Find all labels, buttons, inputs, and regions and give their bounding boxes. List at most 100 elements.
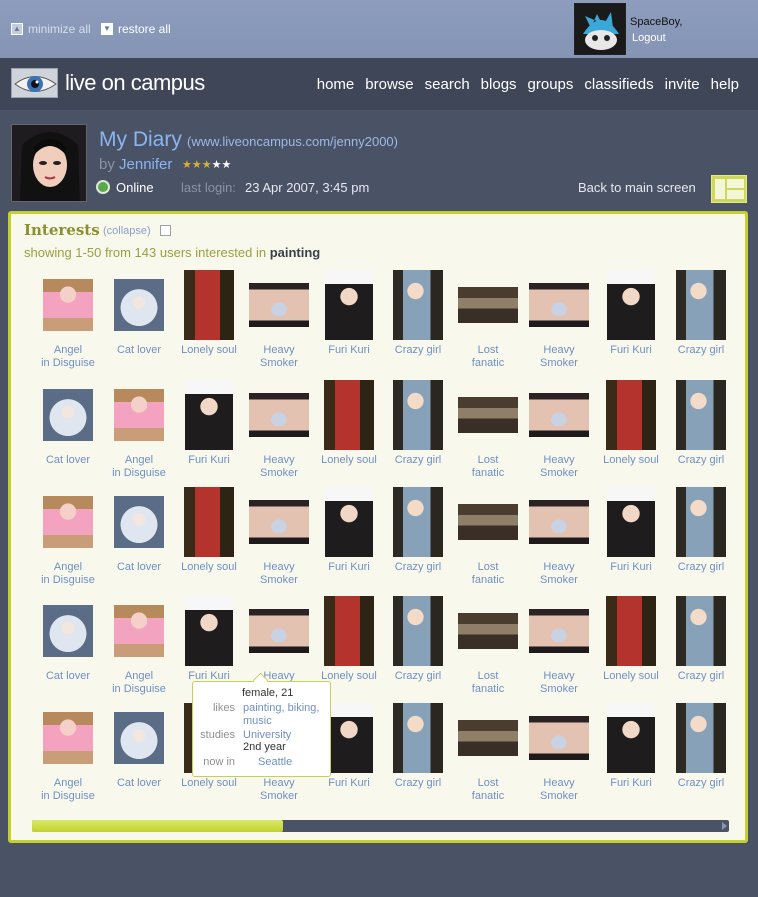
user-card[interactable]: Crazy girl	[661, 380, 741, 467]
user-card[interactable]: Lonely soul	[591, 596, 671, 683]
user-card[interactable]: Angel in Disguise	[28, 703, 108, 803]
nav-blogs[interactable]: blogs	[481, 76, 517, 93]
user-name-link[interactable]: Furi Kuri	[309, 561, 389, 574]
user-name-link[interactable]: Lonely soul	[591, 670, 671, 683]
user-card[interactable]: Crazy girl	[661, 270, 741, 357]
user-name-link[interactable]: Crazy girl	[661, 344, 741, 357]
user-name-link[interactable]: Crazy girl	[378, 670, 458, 683]
user-card[interactable]: Furi Kuri	[591, 270, 671, 357]
user-photo[interactable]	[607, 270, 655, 340]
user-photo[interactable]	[114, 712, 164, 764]
nav-groups[interactable]: groups	[528, 76, 574, 93]
user-name-link[interactable]: Lost fanatic	[448, 344, 528, 370]
user-card[interactable]: Cat lover	[99, 270, 179, 357]
user-card[interactable]: Furi Kuri	[169, 596, 249, 683]
user-name-link[interactable]: Furi Kuri	[591, 561, 671, 574]
horizontal-scrollbar[interactable]	[32, 820, 729, 832]
user-card[interactable]: Heavy Smoker	[519, 596, 599, 696]
user-photo[interactable]	[676, 703, 726, 773]
user-name-link[interactable]: Crazy girl	[661, 454, 741, 467]
user-photo[interactable]	[324, 380, 374, 450]
user-card[interactable]: Angel in Disguise	[28, 270, 108, 370]
user-card[interactable]: Lonely soul	[591, 380, 671, 467]
user-name-link[interactable]: Angel in Disguise	[99, 670, 179, 696]
nav-invite[interactable]: invite	[665, 76, 700, 93]
site-logo-text[interactable]: live on campus	[65, 70, 205, 96]
user-photo[interactable]	[393, 487, 443, 557]
user-name-link[interactable]: Lonely soul	[169, 777, 249, 790]
user-name-link[interactable]: Lonely soul	[169, 561, 249, 574]
user-card[interactable]: Angel in Disguise	[99, 380, 179, 480]
user-card[interactable]: Heavy Smoker	[519, 380, 599, 480]
profile-url-link[interactable]: (www.liveoncampus.com/jenny2000)	[187, 134, 398, 149]
eye-logo-icon[interactable]	[11, 68, 58, 98]
logout-link[interactable]: Logout	[632, 32, 666, 44]
user-photo[interactable]	[607, 703, 655, 773]
user-name-link[interactable]: Crazy girl	[378, 344, 458, 357]
nav-home[interactable]: home	[317, 76, 355, 93]
user-name-link[interactable]: Crazy girl	[661, 670, 741, 683]
user-name-link[interactable]: Cat lover	[99, 344, 179, 357]
user-name-link[interactable]: Angel in Disguise	[28, 561, 108, 587]
user-name-link[interactable]: Crazy girl	[378, 454, 458, 467]
user-photo[interactable]	[606, 380, 656, 450]
user-name-link[interactable]: Lonely soul	[591, 454, 671, 467]
scroll-right-arrow-icon[interactable]	[722, 822, 727, 830]
user-photo[interactable]	[458, 720, 518, 756]
user-card[interactable]: Angel in Disguise	[99, 596, 179, 696]
user-photo[interactable]	[393, 380, 443, 450]
nav-search[interactable]: search	[425, 76, 470, 93]
user-photo[interactable]	[393, 596, 443, 666]
user-card[interactable]: Furi Kuri	[169, 380, 249, 467]
user-name-link[interactable]: Crazy girl	[661, 777, 741, 790]
user-card[interactable]: Cat lover	[99, 487, 179, 574]
user-name-link[interactable]: Heavy Smoker	[239, 777, 319, 803]
user-photo[interactable]	[114, 389, 164, 441]
user-photo[interactable]	[325, 487, 373, 557]
user-card[interactable]: Cat lover	[28, 596, 108, 683]
user-card[interactable]: Lost fanatic	[448, 270, 528, 370]
user-photo[interactable]	[325, 270, 373, 340]
user-photo[interactable]	[529, 716, 589, 760]
user-name-link[interactable]: Lost fanatic	[448, 670, 528, 696]
user-photo[interactable]	[43, 605, 93, 657]
user-photo[interactable]	[185, 596, 233, 666]
user-name-link[interactable]: Furi Kuri	[591, 344, 671, 357]
user-card[interactable]: Lonely soul	[309, 380, 389, 467]
restore-all-button[interactable]: ▼ restore all	[101, 22, 171, 36]
user-card[interactable]: Crazy girl	[378, 380, 458, 467]
user-photo[interactable]	[184, 487, 234, 557]
user-photo[interactable]	[607, 487, 655, 557]
user-card[interactable]: Lost fanatic	[448, 487, 528, 587]
user-card[interactable]: Crazy girl	[378, 596, 458, 683]
user-avatar[interactable]	[574, 3, 626, 55]
user-card[interactable]: Lonely soul	[309, 596, 389, 683]
user-name-link[interactable]: Crazy girl	[661, 561, 741, 574]
user-card[interactable]: Lost fanatic	[448, 380, 528, 480]
user-photo[interactable]	[458, 504, 518, 540]
user-name-link[interactable]: Heavy Smoker	[239, 454, 319, 480]
user-name-link[interactable]: Furi Kuri	[309, 344, 389, 357]
user-photo[interactable]	[529, 393, 589, 437]
user-name-link[interactable]: Cat lover	[28, 670, 108, 683]
user-name-link[interactable]: Heavy Smoker	[519, 561, 599, 587]
user-name-link[interactable]: Angel in Disguise	[99, 454, 179, 480]
user-card[interactable]: Cat lover	[28, 380, 108, 467]
user-photo[interactable]	[676, 380, 726, 450]
user-name-link[interactable]: Cat lover	[99, 561, 179, 574]
user-photo[interactable]	[676, 270, 726, 340]
user-name-link[interactable]: Crazy girl	[378, 777, 458, 790]
user-card[interactable]: Heavy Smoker	[239, 380, 319, 480]
user-card[interactable]: Angel in Disguise	[28, 487, 108, 587]
user-photo[interactable]	[43, 712, 93, 764]
user-photo[interactable]	[114, 605, 164, 657]
user-card[interactable]: Lonely soul	[169, 270, 249, 357]
user-photo[interactable]	[249, 500, 309, 544]
user-card[interactable]: Heavy Smoker	[519, 487, 599, 587]
user-photo[interactable]	[185, 380, 233, 450]
user-card[interactable]: Crazy girl	[661, 703, 741, 790]
minimize-all-button[interactable]: ▲ minimize all	[11, 22, 91, 36]
user-name-link[interactable]: Heavy Smoker	[519, 454, 599, 480]
user-photo[interactable]	[184, 270, 234, 340]
user-card[interactable]: Cat lover	[99, 703, 179, 790]
